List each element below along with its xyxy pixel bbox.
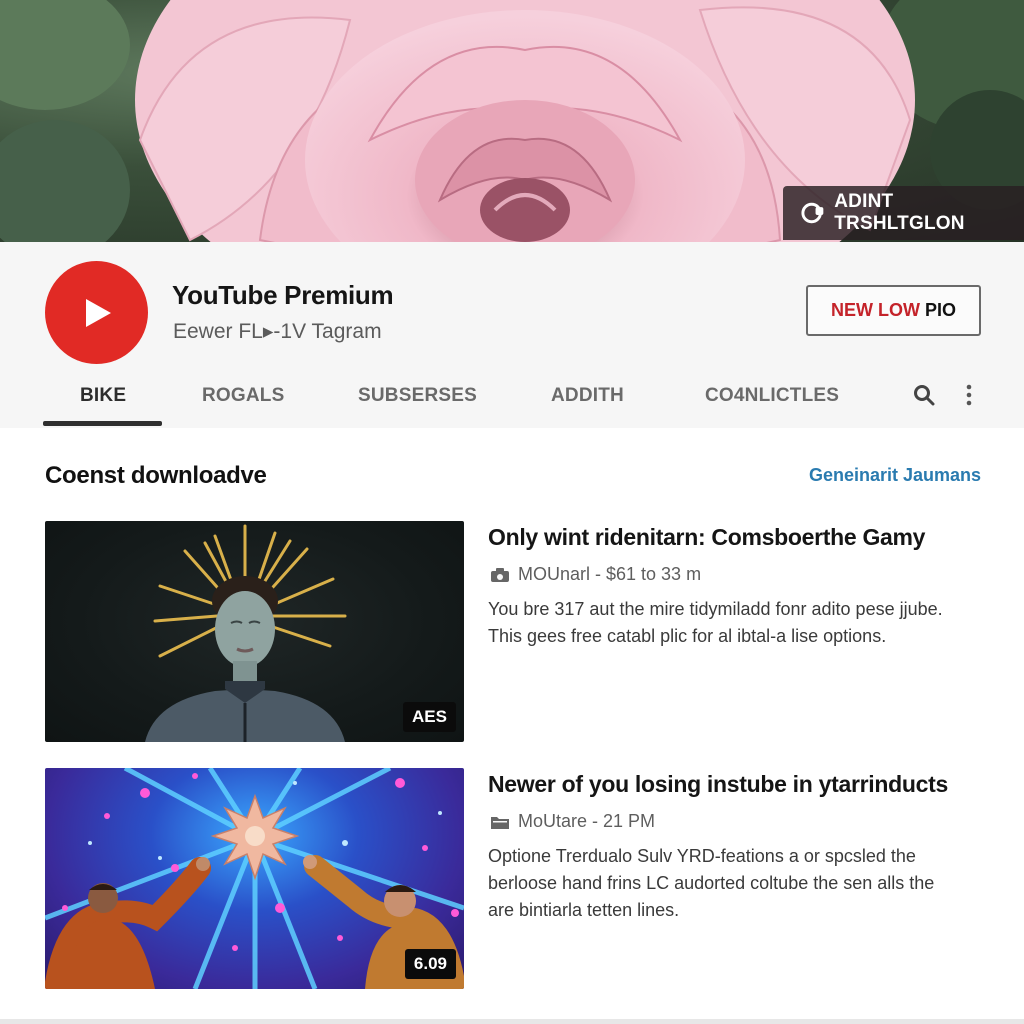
camera-icon [491,567,509,582]
video-description-line: This gees free catabl plic for al ibtal-… [488,626,887,646]
more-options-button[interactable] [956,382,982,408]
video-thumbnail[interactable]: 6.09 [45,768,464,989]
video-description-line: Optione Trerdualo Sulv YRD-feations a or… [488,846,916,866]
video-title[interactable]: Only wint ridenitarn: Comsboerthe Gamy [488,524,925,551]
video-thumbnail[interactable]: AES [45,521,464,742]
toggle-refresh-icon [801,202,824,224]
tab-subserses[interactable]: SUBSERSES [358,385,477,407]
tab-bike[interactable]: BIKE [80,385,126,407]
channel-tabs: BIKE ROGALS SUBSERSES ADDITH CO4NLICTLES [0,370,1024,428]
section-title: Coenst downloadve [45,462,267,489]
channel-name: YouTube Premium [172,280,394,310]
channel-subtitle: Eewer FL▸-1V Tagram [173,320,382,343]
tab-addith[interactable]: ADDITH [551,385,624,407]
new-low-price-button[interactable]: NEW LOW PIO [806,285,981,336]
tab-conlictles[interactable]: CO4NLICTLES [705,385,839,407]
more-vertical-icon [966,384,972,406]
video-duration: 6.09 [404,949,456,979]
promo-label-red: NEW LOW [831,300,920,320]
video-title[interactable]: Newer of you losing instube in ytarrindu… [488,771,948,798]
promo-label-dark: PIO [924,300,956,320]
video-description-line: berloose hand frins LC audorted coltube … [488,873,935,893]
banner-leaf [0,0,130,110]
search-button[interactable] [911,382,937,408]
video-description: You bre 317 aut the mire tidymiladd fonr… [488,596,988,650]
video-description-line: You bre 317 aut the mire tidymiladd fonr… [488,599,943,619]
video-description-line: are bintiarla tetten lines. [488,900,680,920]
banner-action-badge[interactable]: ADINT TRSHLTGLON [783,186,1024,240]
channel-header: YouTube Premium Eewer FL▸-1V Tagram NEW … [0,242,1024,428]
channel-banner: ADINT TRSHLTGLON [0,0,1024,242]
video-item: 6.09 Newer of you losing instube in ytar… [45,768,985,990]
search-icon [914,385,935,406]
youtube-play-icon [85,298,111,327]
active-tab-indicator [43,421,162,426]
video-item: AES Only wint ridenitarn: Comsboerthe Ga… [45,521,985,743]
page-bottom-divider [0,1019,1024,1024]
video-meta: MoUtare - 21 PM [490,811,655,832]
tab-rogals[interactable]: ROGALS [202,385,284,407]
section-link[interactable]: Geneinarit Jaumans [809,465,981,486]
thumbnail-image [145,524,347,742]
channel-avatar[interactable] [45,261,148,364]
banner-leaf [0,120,130,242]
video-description: Optione Trerdualo Sulv YRD-feations a or… [488,843,988,924]
thumbnail-image [45,768,464,989]
video-meta-text: MOUnarl - $61 to 33 m [518,564,702,584]
folder-icon [491,816,509,829]
banner-badge-label: ADINT TRSHLTGLON [834,191,965,234]
video-duration: AES [403,702,456,732]
video-meta-text: MoUtare - 21 PM [518,811,656,831]
video-meta: MOUnarl - $61 to 33 m [490,564,701,585]
